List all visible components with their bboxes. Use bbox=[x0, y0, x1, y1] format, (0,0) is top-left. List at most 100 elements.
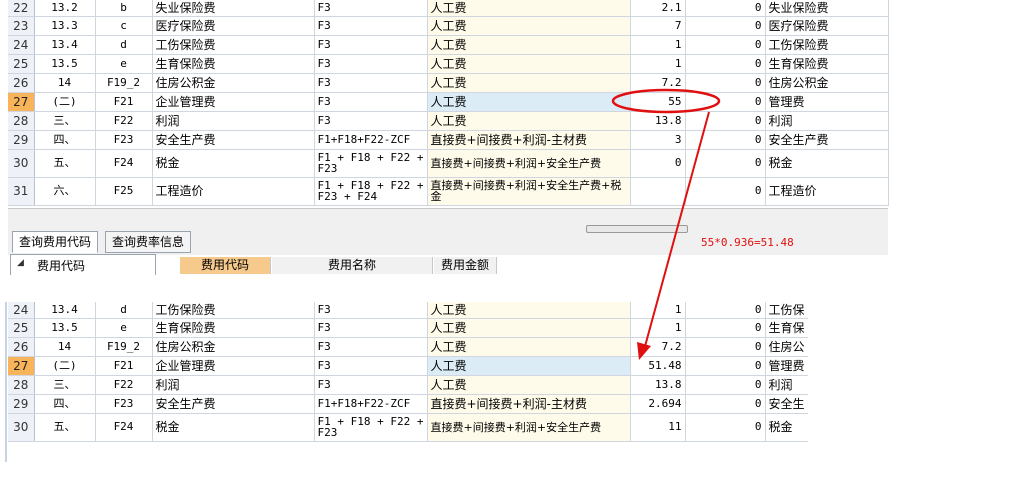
cell-base-description[interactable]: 人工费 bbox=[427, 0, 631, 17]
row-number[interactable]: 27 bbox=[8, 92, 35, 112]
cell-symbol[interactable]: d bbox=[95, 302, 153, 319]
row-number[interactable]: 23 bbox=[8, 16, 35, 36]
cell-base-description[interactable]: 人工费 bbox=[427, 302, 631, 319]
cell-fee-name[interactable]: 企业管理费 bbox=[152, 92, 315, 112]
tree-node-label[interactable]: 费用代码 bbox=[37, 257, 85, 274]
table-row[interactable]: 29 四、 F23 安全生产费 F1+F18+F22-ZCF 直接费+间接费+利润-主材费… bbox=[8, 130, 889, 150]
cell-symbol[interactable]: F21 bbox=[95, 356, 153, 376]
cell-symbol[interactable]: F19_2 bbox=[95, 337, 153, 357]
cell-code[interactable]: (二) bbox=[34, 92, 96, 112]
tree-expand-icon[interactable]: ◢ bbox=[17, 258, 24, 268]
cell-amount[interactable]: 0 bbox=[685, 92, 766, 112]
cell-rate[interactable]: 55 bbox=[630, 92, 686, 112]
cell-fee-name[interactable]: 工伤保险费 bbox=[152, 35, 315, 55]
row-number[interactable]: 24 bbox=[8, 35, 35, 55]
cell-code[interactable]: 四、 bbox=[34, 130, 96, 150]
cell-amount[interactable]: 0 bbox=[685, 16, 766, 36]
cell-amount[interactable]: 0 bbox=[685, 35, 766, 55]
cell-code[interactable]: 三、 bbox=[34, 375, 96, 395]
row-number[interactable]: 29 bbox=[8, 394, 35, 414]
cell-amount[interactable]: 0 bbox=[685, 302, 766, 319]
cell-remark[interactable]: 安全生产费 bbox=[765, 130, 889, 150]
cell-amount[interactable]: 0 bbox=[685, 130, 766, 150]
cell-fee-name[interactable]: 工伤保险费 bbox=[152, 302, 315, 319]
cell-rate[interactable]: 7.2 bbox=[630, 73, 686, 93]
table-row[interactable]: 30 五、 F24 税金 F1 + F18 + F22 + F23 直接费+间接费+利润+… bbox=[8, 149, 889, 178]
row-number[interactable]: 26 bbox=[8, 73, 35, 93]
cell-fee-name[interactable]: 住房公积金 bbox=[152, 73, 315, 93]
cell-code[interactable]: 三、 bbox=[34, 111, 96, 131]
cell-fee-name[interactable]: 工程造价 bbox=[152, 177, 315, 206]
table-row[interactable]: 24 13.4 d 工伤保险费 F3 人工费 1 0 工伤保险费 bbox=[8, 35, 889, 55]
table-row[interactable]: 23 13.3 c 医疗保险费 F3 人工费 7 0 医疗保险费 bbox=[8, 16, 889, 36]
cell-amount[interactable]: 0 bbox=[685, 394, 766, 414]
table-row[interactable]: 26 14 F19_2 住房公积金 F3 人工费 7.2 0 住房公 bbox=[8, 337, 808, 357]
cell-rate[interactable]: 13.8 bbox=[630, 375, 686, 395]
row-number[interactable]: 24 bbox=[8, 302, 35, 319]
cell-rate[interactable]: 1 bbox=[630, 318, 686, 338]
cell-symbol[interactable]: d bbox=[95, 35, 153, 55]
cell-base-formula[interactable]: F1+F18+F22-ZCF bbox=[314, 130, 428, 150]
cell-base-description[interactable]: 人工费 bbox=[427, 35, 631, 55]
cell-amount[interactable]: 0 bbox=[685, 111, 766, 131]
row-number[interactable]: 31 bbox=[8, 177, 35, 206]
cell-remark[interactable]: 住房公积金 bbox=[765, 73, 889, 93]
cell-base-formula[interactable]: F3 bbox=[314, 73, 428, 93]
cell-fee-name[interactable]: 生育保险费 bbox=[152, 318, 315, 338]
cell-base-description[interactable]: 人工费 bbox=[427, 375, 631, 395]
cell-base-description[interactable]: 人工费 bbox=[427, 54, 631, 74]
cell-base-formula[interactable]: F3 bbox=[314, 302, 428, 319]
table-row[interactable]: 28 三、 F22 利润 F3 人工费 13.8 0 利润 bbox=[8, 375, 808, 395]
row-number[interactable]: 29 bbox=[8, 130, 35, 150]
cell-amount[interactable]: 0 bbox=[685, 318, 766, 338]
cell-base-formula[interactable]: F3 bbox=[314, 54, 428, 74]
row-number[interactable]: 27 bbox=[8, 356, 35, 376]
cell-rate[interactable]: 2.1 bbox=[630, 0, 686, 17]
cell-fee-name[interactable]: 安全生产费 bbox=[152, 394, 315, 414]
cell-amount[interactable]: 0 bbox=[685, 177, 766, 206]
cell-symbol[interactable]: c bbox=[95, 16, 153, 36]
table-row[interactable]: 27 (二) F21 企业管理费 F3 人工费 51.48 0 管理费 bbox=[8, 356, 808, 376]
col-header-fee-code[interactable]: 费用代码 bbox=[180, 257, 271, 274]
cell-base-formula[interactable]: F1 + F18 + F22 + F23 bbox=[314, 413, 428, 442]
row-number[interactable]: 26 bbox=[8, 337, 35, 357]
cell-remark[interactable]: 工伤保 bbox=[765, 302, 808, 319]
table-row[interactable]: 26 14 F19_2 住房公积金 F3 人工费 7.2 0 住房公积金 bbox=[8, 73, 889, 93]
table-row[interactable]: 30 五、 F24 税金 F1 + F18 + F22 + F23 直接费+间接费+利润+… bbox=[8, 413, 808, 442]
cell-code[interactable]: 四、 bbox=[34, 394, 96, 414]
cell-base-description[interactable]: 人工费 bbox=[427, 318, 631, 338]
row-number[interactable]: 25 bbox=[8, 54, 35, 74]
cell-base-description[interactable]: 人工费 bbox=[427, 111, 631, 131]
cell-code[interactable]: 14 bbox=[34, 337, 96, 357]
cell-base-formula[interactable]: F3 bbox=[314, 356, 428, 376]
cell-amount[interactable]: 0 bbox=[685, 413, 766, 442]
cell-base-formula[interactable]: F1 + F18 + F22 + F23 bbox=[314, 149, 428, 178]
cell-rate[interactable]: 1 bbox=[630, 54, 686, 74]
cell-base-description[interactable]: 直接费+间接费+利润-主材费 bbox=[427, 130, 631, 150]
cell-amount[interactable]: 0 bbox=[685, 149, 766, 178]
cell-code[interactable]: (二) bbox=[34, 356, 96, 376]
row-number[interactable]: 22 bbox=[8, 0, 35, 17]
cell-fee-name[interactable]: 生育保险费 bbox=[152, 54, 315, 74]
col-header-fee-name[interactable]: 费用名称 bbox=[272, 257, 433, 274]
cell-symbol[interactable]: F22 bbox=[95, 111, 153, 131]
cell-amount[interactable]: 0 bbox=[685, 356, 766, 376]
cell-amount[interactable]: 0 bbox=[685, 0, 766, 17]
cell-code[interactable]: 13.2 bbox=[34, 0, 96, 17]
cell-rate[interactable]: 1 bbox=[630, 302, 686, 319]
cell-base-description[interactable]: 直接费+间接费+利润+安全生产费+税金 bbox=[427, 177, 631, 206]
row-number[interactable]: 30 bbox=[8, 413, 35, 442]
table-row[interactable]: 31 六、 F25 工程造价 F1 + F18 + F22 + F23 + F24 直接费… bbox=[8, 177, 889, 206]
cell-remark[interactable]: 安全生 bbox=[765, 394, 808, 414]
cell-code[interactable]: 13.4 bbox=[34, 35, 96, 55]
cell-symbol[interactable]: F25 bbox=[95, 177, 153, 206]
cell-remark[interactable]: 工伤保险费 bbox=[765, 35, 889, 55]
cell-base-formula[interactable]: F3 bbox=[314, 16, 428, 36]
cell-symbol[interactable]: F22 bbox=[95, 375, 153, 395]
table-row[interactable]: 27 (二) F21 企业管理费 F3 人工费 55 0 管理费 bbox=[8, 92, 889, 112]
row-number[interactable]: 30 bbox=[8, 149, 35, 178]
cell-fee-name[interactable]: 税金 bbox=[152, 413, 315, 442]
cell-rate[interactable]: 51.48 bbox=[630, 356, 686, 376]
cell-fee-name[interactable]: 失业保险费 bbox=[152, 0, 315, 17]
cell-remark[interactable]: 利润 bbox=[765, 375, 808, 395]
